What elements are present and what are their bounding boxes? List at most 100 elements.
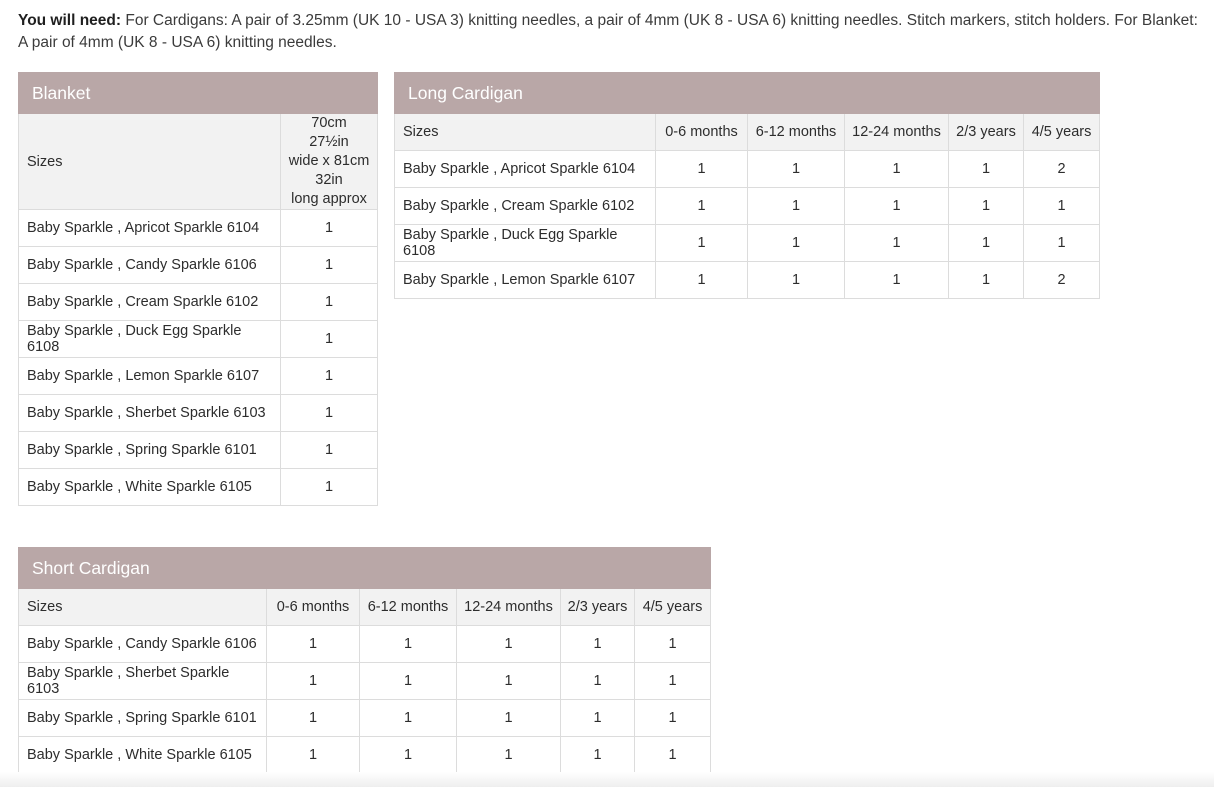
- yarn-quantity: 1: [655, 187, 748, 225]
- long-cardigan-sizes-label: Sizes: [394, 113, 656, 151]
- size-column-header: 4/5 years: [633, 588, 712, 626]
- short-cardigan-sizes-label: Sizes: [18, 588, 267, 626]
- yarn-name: Baby Sparkle , Lemon Sparkle 6107: [18, 357, 281, 395]
- yarn-quantity: 1: [560, 699, 635, 737]
- blanket-size-line: 32in: [315, 172, 343, 188]
- yarn-quantity: 1: [456, 625, 561, 663]
- yarn-name: Baby Sparkle , Duck Egg Sparkle 6108: [394, 224, 656, 262]
- yarn-quantity: 1: [655, 224, 748, 262]
- yarn-name: Baby Sparkle , Cream Sparkle 6102: [394, 187, 656, 225]
- table-row: Baby Sparkle , Spring Sparkle 6101 1 1 1…: [18, 699, 712, 737]
- yarn-name: Baby Sparkle , Candy Sparkle 6106: [18, 246, 281, 284]
- yarn-quantity: 1: [844, 187, 949, 225]
- yarn-quantity: 1: [456, 736, 561, 774]
- yarn-quantity: 1: [280, 246, 378, 284]
- yarn-quantity: 1: [280, 283, 378, 321]
- long-cardigan-body: Baby Sparkle , Apricot Sparkle 6104 1 1 …: [394, 150, 1101, 299]
- yarn-quantity: 1: [633, 699, 712, 737]
- table-row: Baby Sparkle , White Sparkle 6105 1 1 1 …: [18, 736, 712, 774]
- yarn-quantity: 1: [359, 736, 457, 774]
- blanket-header-row: Sizes 70cm 27½in wide x 81cm 32in long a…: [18, 113, 378, 210]
- yarn-name: Baby Sparkle , Sherbet Sparkle 6103: [18, 662, 267, 700]
- table-row: Baby Sparkle , Spring Sparkle 6101 1: [18, 431, 378, 469]
- yarn-quantity: 1: [1022, 187, 1101, 225]
- short-cardigan-title: Short Cardigan: [17, 547, 712, 589]
- yarn-quantity: 1: [359, 662, 457, 700]
- yarn-quantity: 1: [280, 209, 378, 247]
- yarn-quantity: 2: [1022, 150, 1101, 188]
- yarn-quantity: 1: [280, 468, 378, 506]
- blanket-table: Blanket Sizes 70cm 27½in wide x 81cm 32i…: [18, 72, 378, 506]
- yarn-quantity: 1: [456, 662, 561, 700]
- yarn-quantity: 1: [948, 224, 1024, 262]
- table-row: Baby Sparkle , Candy Sparkle 6106 1 1 1 …: [18, 625, 712, 663]
- yarn-quantity: 1: [655, 150, 748, 188]
- you-will-need-paragraph: You will need: For Cardigans: A pair of …: [18, 10, 1200, 53]
- yarn-name: Baby Sparkle , Apricot Sparkle 6104: [394, 150, 656, 188]
- table-row: Baby Sparkle , Candy Sparkle 6106 1: [18, 246, 378, 284]
- yarn-quantity: 1: [747, 261, 845, 299]
- short-cardigan-body: Baby Sparkle , Candy Sparkle 6106 1 1 1 …: [18, 625, 712, 774]
- yarn-quantity: 1: [633, 736, 712, 774]
- yarn-quantity: 1: [280, 394, 378, 432]
- yarn-quantity: 1: [560, 662, 635, 700]
- yarn-quantity: 1: [633, 625, 712, 663]
- yarn-quantity: 1: [655, 261, 748, 299]
- yarn-name: Baby Sparkle , Sherbet Sparkle 6103: [18, 394, 281, 432]
- you-will-need-label: You will need:: [18, 12, 122, 29]
- yarn-quantity: 1: [280, 320, 378, 358]
- table-row: Baby Sparkle , Sherbet Sparkle 6103 1 1 …: [18, 662, 712, 700]
- size-column-header: 6-12 months: [747, 113, 845, 151]
- blanket-sizes-label: Sizes: [18, 113, 281, 210]
- table-row: Baby Sparkle , Apricot Sparkle 6104 1 1 …: [394, 150, 1101, 188]
- yarn-name: Baby Sparkle , Duck Egg Sparkle 6108: [18, 320, 281, 358]
- size-column-header: 0-6 months: [266, 588, 360, 626]
- yarn-quantity: 1: [948, 187, 1024, 225]
- yarn-name: Baby Sparkle , Spring Sparkle 6101: [18, 699, 267, 737]
- yarn-quantity: 1: [948, 150, 1024, 188]
- yarn-quantity: 1: [280, 357, 378, 395]
- size-column-header: 4/5 years: [1022, 113, 1101, 151]
- yarn-quantity: 1: [266, 736, 360, 774]
- size-column-header: 6-12 months: [359, 588, 457, 626]
- table-row: Baby Sparkle , Lemon Sparkle 6107 1: [18, 357, 378, 395]
- size-column-header: 0-6 months: [655, 113, 748, 151]
- size-column-header: 2/3 years: [948, 113, 1024, 151]
- yarn-quantity: 1: [266, 662, 360, 700]
- yarn-quantity: 1: [844, 224, 949, 262]
- long-cardigan-caption-row: Long Cardigan: [393, 72, 1101, 114]
- pattern-requirements-page: You will need: For Cardigans: A pair of …: [0, 0, 1214, 787]
- yarn-quantity: 1: [359, 699, 457, 737]
- long-cardigan-title: Long Cardigan: [393, 72, 1101, 114]
- blanket-size-line: wide x 81cm: [288, 153, 370, 169]
- table-row: Baby Sparkle , Duck Egg Sparkle 6108 1: [18, 320, 378, 358]
- yarn-quantity: 1: [747, 224, 845, 262]
- long-cardigan-header-row: Sizes 0-6 months 6-12 months 12-24 month…: [394, 113, 1101, 151]
- yarn-name: Baby Sparkle , White Sparkle 6105: [18, 468, 281, 506]
- yarn-quantity: 1: [280, 431, 378, 469]
- yarn-name: Baby Sparkle , Apricot Sparkle 6104: [18, 209, 281, 247]
- yarn-quantity: 1: [1022, 224, 1101, 262]
- short-cardigan-header-row: Sizes 0-6 months 6-12 months 12-24 month…: [18, 588, 712, 626]
- page-bottom-shadow: [0, 772, 1214, 787]
- blanket-title: Blanket: [18, 72, 378, 114]
- yarn-name: Baby Sparkle , Cream Sparkle 6102: [18, 283, 281, 321]
- yarn-quantity: 1: [844, 261, 949, 299]
- short-cardigan-caption-row: Short Cardigan: [17, 547, 712, 589]
- blanket-caption-row: Blanket: [18, 72, 378, 114]
- blanket-body: Baby Sparkle , Apricot Sparkle 6104 1 Bab…: [18, 209, 378, 506]
- yarn-quantity: 1: [747, 150, 845, 188]
- yarn-name: Baby Sparkle , Lemon Sparkle 6107: [394, 261, 656, 299]
- short-cardigan-table: Short Cardigan Sizes 0-6 months 6-12 mon…: [17, 547, 712, 774]
- blanket-size-line: 70cm: [311, 115, 347, 131]
- yarn-quantity: 1: [633, 662, 712, 700]
- you-will-need-text: For Cardigans: A pair of 3.25mm (UK 10 -…: [18, 12, 1198, 51]
- yarn-quantity: 1: [560, 625, 635, 663]
- blanket-size-line: long approx: [291, 191, 367, 207]
- yarn-name: Baby Sparkle , Spring Sparkle 6101: [18, 431, 281, 469]
- table-row: Baby Sparkle , Sherbet Sparkle 6103 1: [18, 394, 378, 432]
- table-row: Baby Sparkle , Lemon Sparkle 6107 1 1 1 …: [394, 261, 1101, 299]
- yarn-quantity: 2: [1022, 261, 1101, 299]
- blanket-size-line: 27½in: [309, 134, 349, 150]
- yarn-quantity: 1: [948, 261, 1024, 299]
